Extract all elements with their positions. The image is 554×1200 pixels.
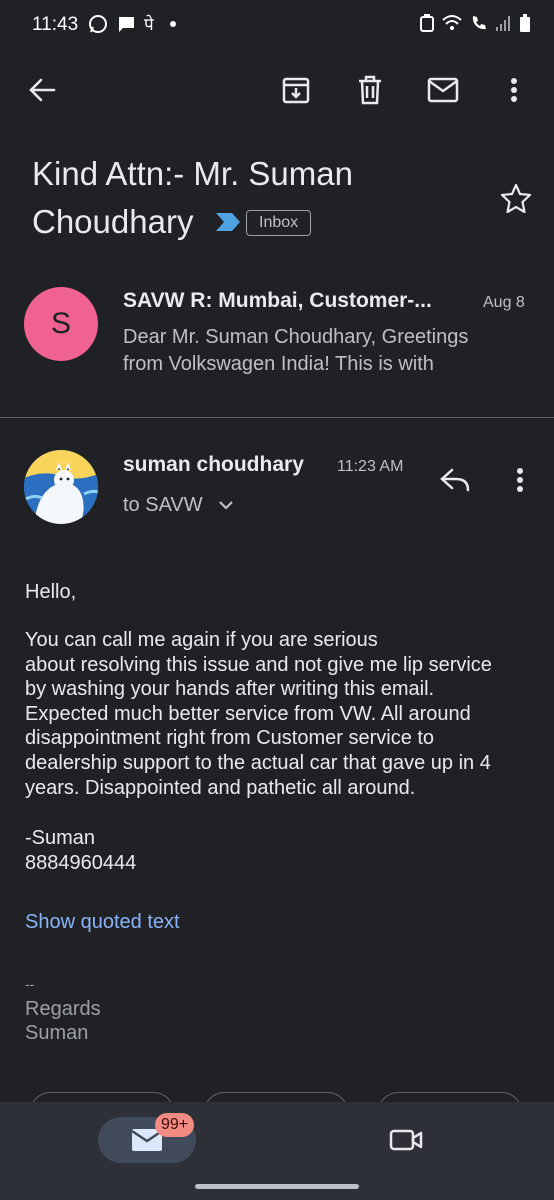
- body-greeting: Hello,: [25, 581, 77, 603]
- wifi-icon: [442, 15, 462, 30]
- battery-icon: [520, 14, 530, 32]
- status-time: 11:43: [32, 14, 79, 35]
- delete-button[interactable]: [350, 70, 390, 110]
- trash-icon: [359, 75, 381, 105]
- notification-icons: पे: [88, 12, 176, 35]
- whatsapp-icon: [89, 14, 107, 33]
- sender-avatar-image: [24, 450, 98, 524]
- chat-icon: [118, 16, 134, 32]
- nav-meet-tab[interactable]: [386, 1120, 426, 1160]
- star-icon[interactable]: [500, 183, 532, 213]
- signal-icon: [496, 16, 510, 31]
- importance-marker-icon[interactable]: [214, 211, 242, 233]
- body-line: years. Disappointed and pathetic all aro…: [25, 776, 416, 799]
- message-more-button[interactable]: [500, 460, 540, 500]
- archive-icon: [282, 77, 310, 104]
- dot-icon: [169, 20, 176, 27]
- reply-button[interactable]: [435, 460, 475, 500]
- message-time: 11:23 AM: [337, 458, 404, 475]
- more-vert-icon: [511, 78, 517, 102]
- body-line: You can call me again if you are serious: [25, 629, 378, 651]
- signature-regards: Regards: [25, 998, 101, 1020]
- sender-avatar: S: [24, 287, 98, 361]
- signature-name: Suman: [25, 1022, 89, 1044]
- more-vert-icon: [517, 468, 523, 492]
- body-line: about resolving this issue and not give …: [25, 653, 492, 676]
- mark-unread-button[interactable]: [423, 70, 463, 110]
- unread-count-badge: 99+: [155, 1113, 195, 1137]
- body-line: disappointment right from Customer servi…: [25, 727, 435, 750]
- signoff-phone[interactable]: 8884960444: [25, 851, 136, 876]
- message-snippet-line2: from Volkswagen India! This is with: [123, 353, 434, 375]
- message-snippet-line1: Dear Mr. Suman Choudhary, Greetings: [123, 326, 469, 348]
- body-paragraph: You can call me again if you are serious…: [25, 628, 492, 800]
- divider: [0, 417, 554, 418]
- call-icon: [472, 16, 486, 30]
- show-quoted-text-link[interactable]: Show quoted text: [25, 911, 180, 934]
- body-line: dealership support to the actual car tha…: [25, 751, 491, 774]
- video-camera-icon: [389, 1129, 423, 1151]
- status-bar: 11:43 पे: [0, 0, 554, 52]
- message-title: SAVW R: Mumbai, Customer-...: [123, 289, 432, 312]
- message-date: Aug 8: [483, 294, 525, 311]
- letter-icon: पे: [144, 15, 154, 34]
- arrow-back-icon: [29, 78, 56, 102]
- back-button[interactable]: [22, 70, 62, 110]
- system-icons: [420, 14, 530, 32]
- archive-button[interactable]: [276, 70, 316, 110]
- sender-name: suman choudhary: [123, 453, 304, 476]
- signoff-name: -Suman: [25, 827, 96, 849]
- recipient-details[interactable]: to SAVW: [123, 494, 234, 517]
- subject-title-line2: Choudhary: [32, 203, 194, 240]
- inbox-label[interactable]: Inbox: [246, 210, 312, 236]
- recipient-label: to SAVW: [123, 494, 203, 516]
- battery-saver-icon: [420, 14, 434, 32]
- signature-separator: --: [25, 976, 35, 992]
- chevron-down-icon: [219, 501, 233, 510]
- reply-icon: [440, 468, 470, 492]
- gesture-handle[interactable]: [195, 1184, 359, 1189]
- body-line: Expected much better service from VW. Al…: [25, 702, 471, 725]
- body-line: by washing your hands after writing this…: [25, 678, 435, 701]
- subject-title: Kind Attn:- Mr. Suman: [32, 155, 353, 192]
- mail-icon: [427, 77, 459, 103]
- more-options-button[interactable]: [494, 70, 534, 110]
